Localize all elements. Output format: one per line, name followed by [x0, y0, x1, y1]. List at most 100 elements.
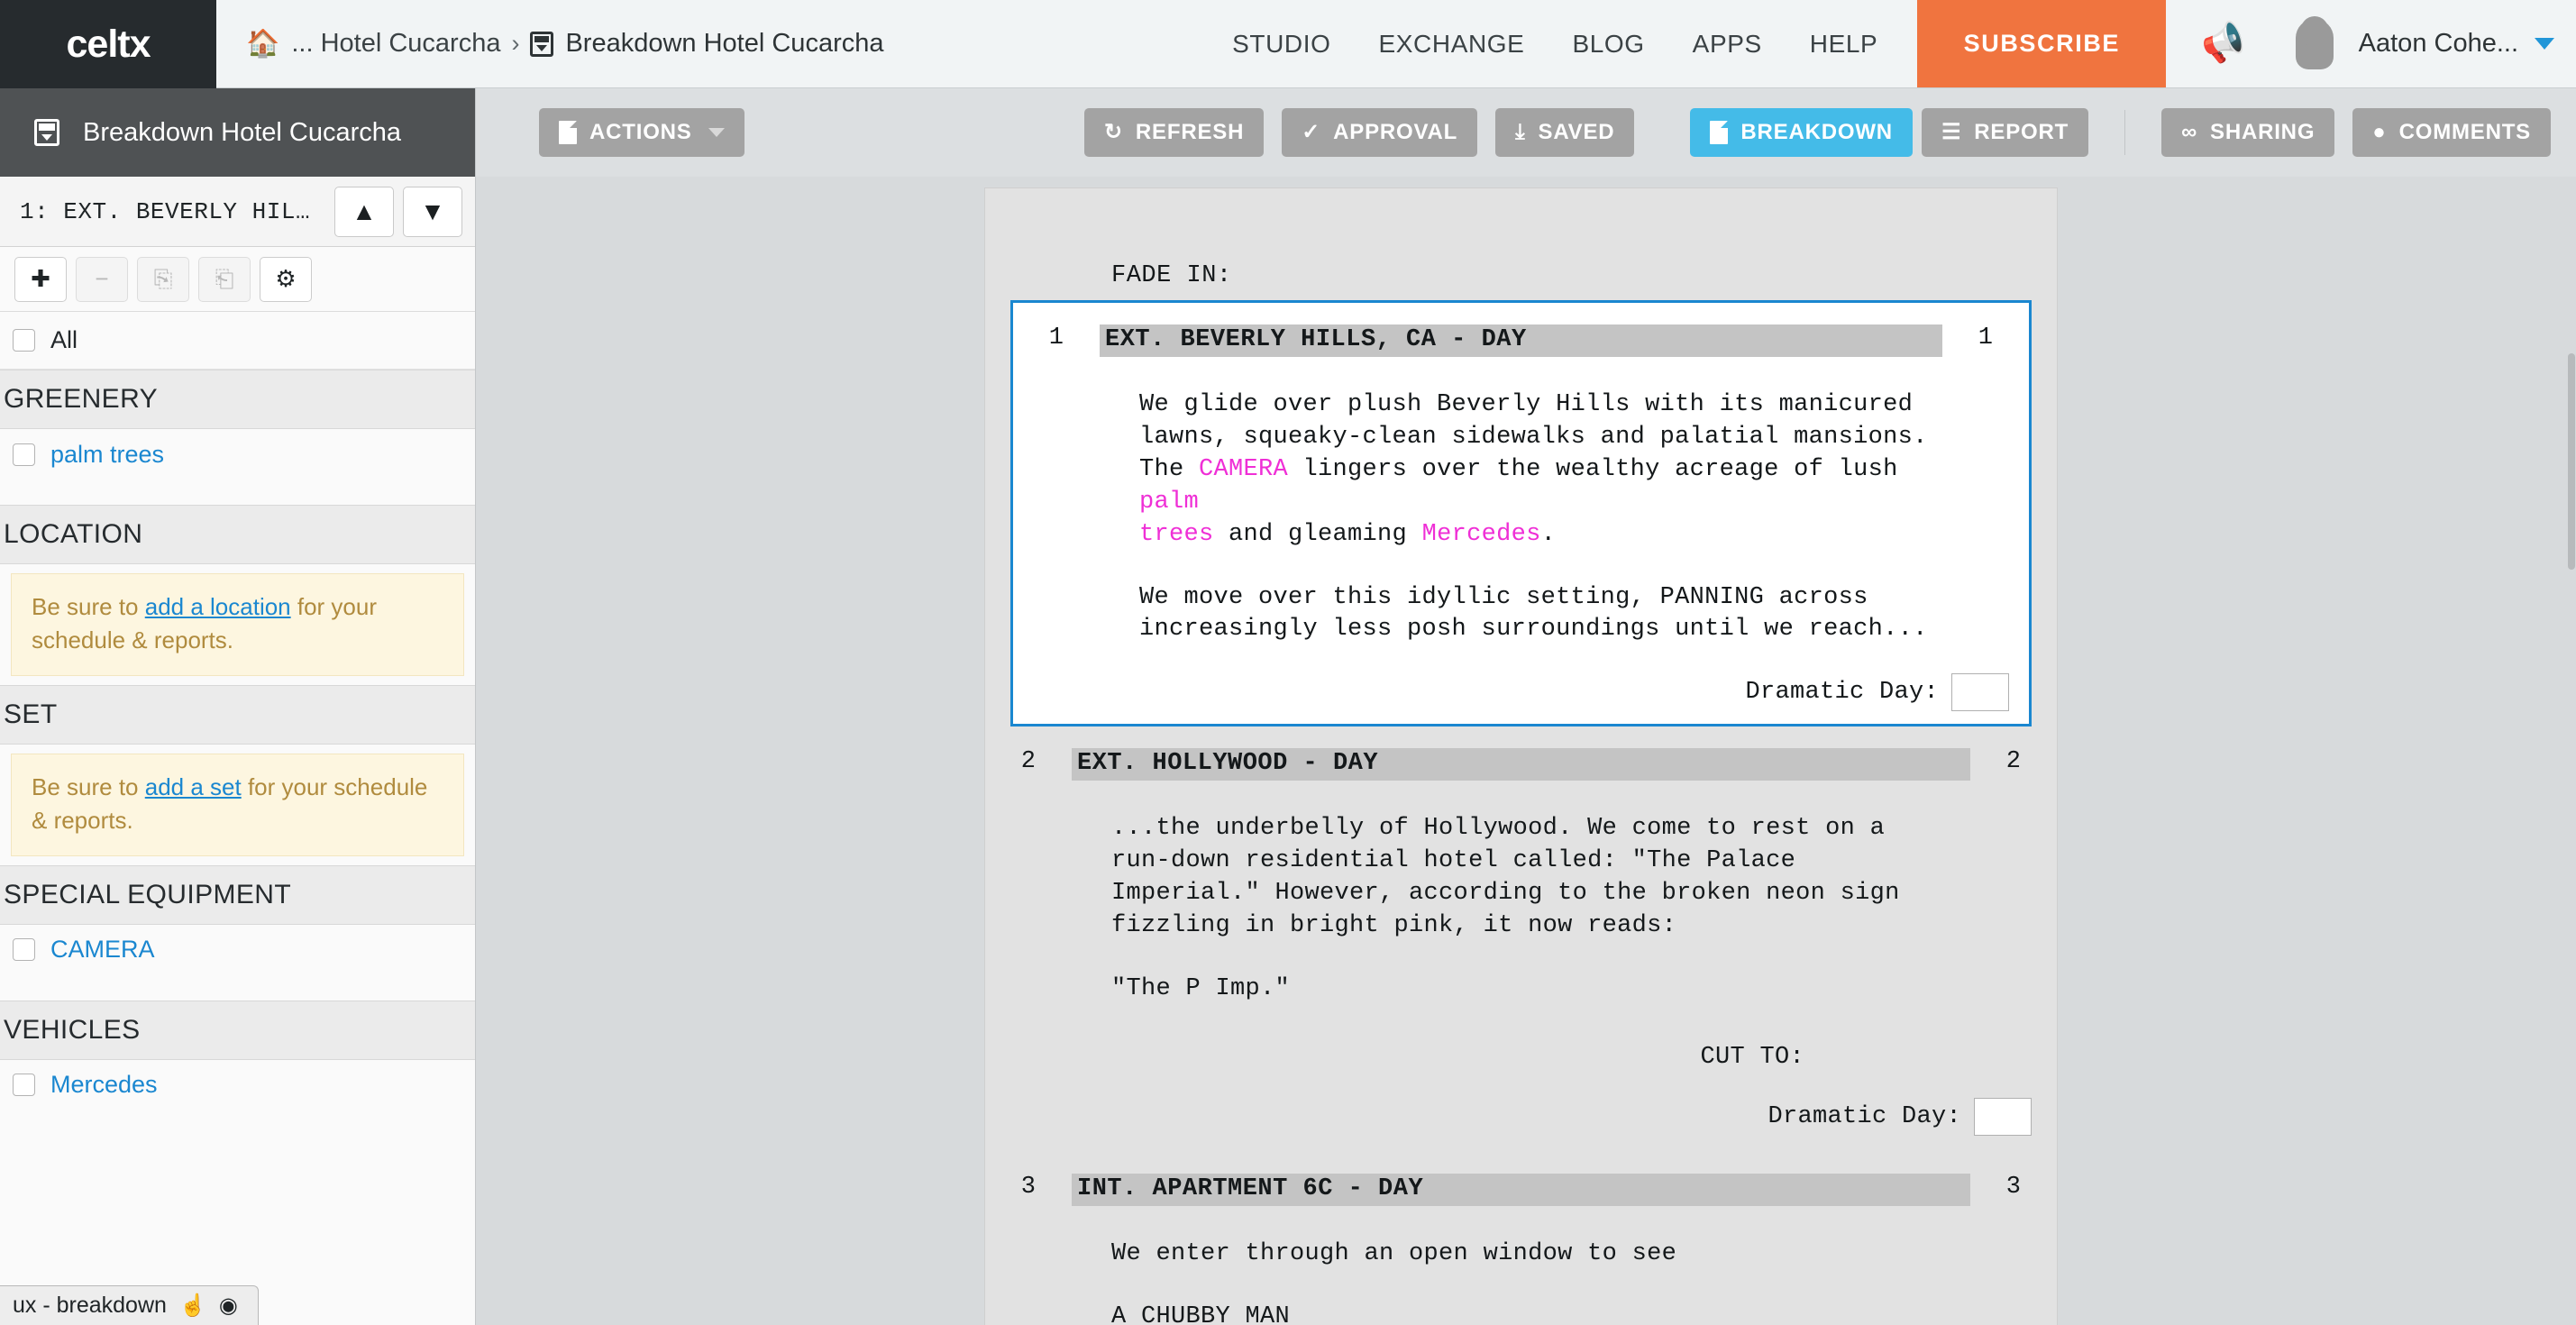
saved-button[interactable]: ⤓ SAVED: [1495, 108, 1634, 157]
document-icon: [530, 32, 553, 57]
report-label: REPORT: [1974, 120, 2069, 145]
hand-cursor-icon[interactable]: ☝: [179, 1293, 206, 1319]
breakdown-tag-camera[interactable]: CAMERA: [1199, 456, 1288, 483]
toolbar-status-group: ↻ REFRESH ✓ APPROVAL ⤓ SAVED: [1084, 108, 1634, 157]
scene-block[interactable]: 1 EXT. BEVERLY HILLS, CA - DAY 1 We glid…: [1010, 300, 2032, 726]
breadcrumb-separator: ›: [511, 30, 519, 58]
scene-slugline[interactable]: EXT. BEVERLY HILLS, CA - DAY: [1100, 324, 1942, 357]
nav-blog[interactable]: BLOG: [1572, 30, 1644, 59]
add-a-location-link[interactable]: add a location: [145, 593, 291, 620]
list-item-label[interactable]: CAMERA: [50, 936, 155, 964]
dramatic-day-input[interactable]: [1951, 673, 2009, 711]
category-body-greenery: palm trees: [0, 429, 475, 505]
script-viewport[interactable]: FADE IN: 1 EXT. BEVERLY HILLS, CA - DAY …: [476, 177, 2576, 1325]
scene-previous-button[interactable]: ▲: [334, 187, 394, 237]
nav-help[interactable]: HELP: [1810, 30, 1878, 59]
list-item[interactable]: palm trees: [0, 429, 475, 480]
list-item-label[interactable]: palm trees: [50, 441, 164, 469]
megaphone-icon[interactable]: 📢: [2197, 18, 2251, 70]
document-icon: [559, 121, 577, 144]
remove-item-button[interactable]: −: [76, 257, 128, 302]
approval-label: APPROVAL: [1333, 120, 1457, 145]
category-header-vehicles: VEHICLES: [0, 1001, 475, 1060]
spacer: [0, 975, 475, 1001]
add-item-button[interactable]: ✚: [14, 257, 67, 302]
checkbox-all[interactable]: [13, 329, 35, 352]
eye-icon[interactable]: ◉: [219, 1293, 238, 1319]
clipboard-in-icon: ⎘: [154, 265, 173, 294]
list-item[interactable]: Mercedes: [0, 1060, 475, 1110]
breakdown-tab-button[interactable]: BREAKDOWN: [1690, 108, 1913, 157]
comments-label: COMMENTS: [2399, 120, 2531, 145]
report-tab-button[interactable]: ☰ REPORT: [1922, 108, 2088, 157]
current-scene-label[interactable]: 1: EXT. BEVERLY HIL…: [20, 198, 325, 225]
tip-text-before: Be sure to: [32, 593, 145, 620]
username-label: Aaton Cohe...: [2359, 29, 2518, 59]
set-tip: Be sure to add a set for your schedule &…: [11, 754, 464, 856]
category-body-vehicles: Mercedes: [0, 1060, 475, 1110]
nav-exchange[interactable]: EXCHANGE: [1379, 30, 1525, 59]
breakdown-tag-mercedes[interactable]: Mercedes: [1422, 521, 1541, 548]
dramatic-day-input[interactable]: [1974, 1098, 2032, 1136]
sidebar-toolbar: ✚ − ⎘ ⎗ ⚙: [0, 247, 475, 312]
scrollbar-thumb[interactable]: [2568, 353, 2575, 570]
scene-next-button[interactable]: ▼: [403, 187, 462, 237]
category-title: VEHICLES: [4, 1015, 141, 1046]
checkbox-item[interactable]: [13, 443, 35, 466]
sidebar-title: Breakdown Hotel Cucarcha: [83, 118, 401, 148]
scene-number-right: 1: [1942, 324, 2029, 352]
dramatic-day-row: Dramatic Day:: [1013, 673, 2029, 724]
scene-block[interactable]: 3 INT. APARTMENT 6C - DAY 3 We enter thr…: [985, 1152, 2057, 1325]
import-button[interactable]: ⎘: [137, 257, 189, 302]
approval-button[interactable]: ✓ APPROVAL: [1282, 108, 1477, 157]
select-all-label: All: [50, 326, 78, 354]
nav-apps[interactable]: APPS: [1693, 30, 1762, 59]
chevron-down-icon: [708, 128, 725, 137]
select-all-row[interactable]: All: [0, 312, 475, 370]
scene-body: ...the underbelly of Hollywood. We come …: [985, 813, 2057, 1071]
refresh-button[interactable]: ↻ REFRESH: [1084, 108, 1264, 157]
scene-slugline[interactable]: EXT. HOLLYWOOD - DAY: [1072, 748, 1970, 781]
breakdown-label: BREAKDOWN: [1740, 120, 1893, 145]
scene-number-left: 2: [985, 748, 1072, 775]
celtx-logo[interactable]: celtx: [0, 0, 216, 88]
actions-button[interactable]: ACTIONS: [539, 108, 744, 157]
list-item-label[interactable]: Mercedes: [50, 1071, 158, 1099]
settings-button[interactable]: ⚙: [260, 257, 312, 302]
scene-heading-row: 2 EXT. HOLLYWOOD - DAY 2: [985, 743, 2057, 781]
avatar[interactable]: [2296, 19, 2334, 69]
list-item[interactable]: CAMERA: [0, 925, 475, 975]
text-run: .: [1541, 521, 1557, 548]
action-paragraph: We enter through an open window to see: [1111, 1238, 1970, 1271]
user-area: 📢 Aaton Cohe...: [2166, 0, 2576, 87]
toolbar-divider: [2124, 110, 2125, 155]
export-button[interactable]: ⎗: [198, 257, 251, 302]
dramatic-day-label: Dramatic Day:: [1745, 679, 1939, 706]
sharing-button[interactable]: ∞ SHARING: [2161, 108, 2334, 157]
chevron-down-icon: ▼: [420, 199, 445, 224]
breadcrumb-parent-link[interactable]: ... Hotel Cucarcha: [291, 29, 500, 59]
scene-heading-row: 1 EXT. BEVERLY HILLS, CA - DAY 1: [1013, 319, 2029, 357]
gear-icon: ⚙: [275, 265, 296, 293]
breakdown-tag-palm-trees[interactable]: palm trees: [1139, 489, 1214, 548]
scene-block[interactable]: 2 EXT. HOLLYWOOD - DAY 2 ...the underbel…: [985, 726, 2057, 1152]
chevron-down-icon[interactable]: [2535, 38, 2554, 50]
comments-button[interactable]: ● COMMENTS: [2352, 108, 2551, 157]
text-run: and gleaming: [1214, 521, 1422, 548]
vertical-scrollbar[interactable]: [2567, 353, 2576, 1325]
saved-label: SAVED: [1539, 120, 1615, 145]
spacer: [0, 480, 475, 505]
home-icon[interactable]: 🏠: [246, 31, 279, 58]
clipboard-out-icon: ⎗: [215, 265, 234, 294]
category-header-location: LOCATION: [0, 505, 475, 564]
link-icon: ∞: [2181, 122, 2197, 143]
action-paragraph: ...the underbelly of Hollywood. We come …: [1111, 813, 1970, 943]
checkbox-item[interactable]: [13, 1074, 35, 1096]
nav-studio[interactable]: STUDIO: [1232, 30, 1330, 59]
add-a-set-link[interactable]: add a set: [145, 773, 242, 800]
scene-transition: CUT TO:: [1111, 1044, 1970, 1071]
scene-number-left: 3: [985, 1174, 1072, 1201]
checkbox-item[interactable]: [13, 938, 35, 961]
scene-slugline[interactable]: INT. APARTMENT 6C - DAY: [1072, 1174, 1970, 1206]
subscribe-button[interactable]: SUBSCRIBE: [1917, 0, 2166, 87]
